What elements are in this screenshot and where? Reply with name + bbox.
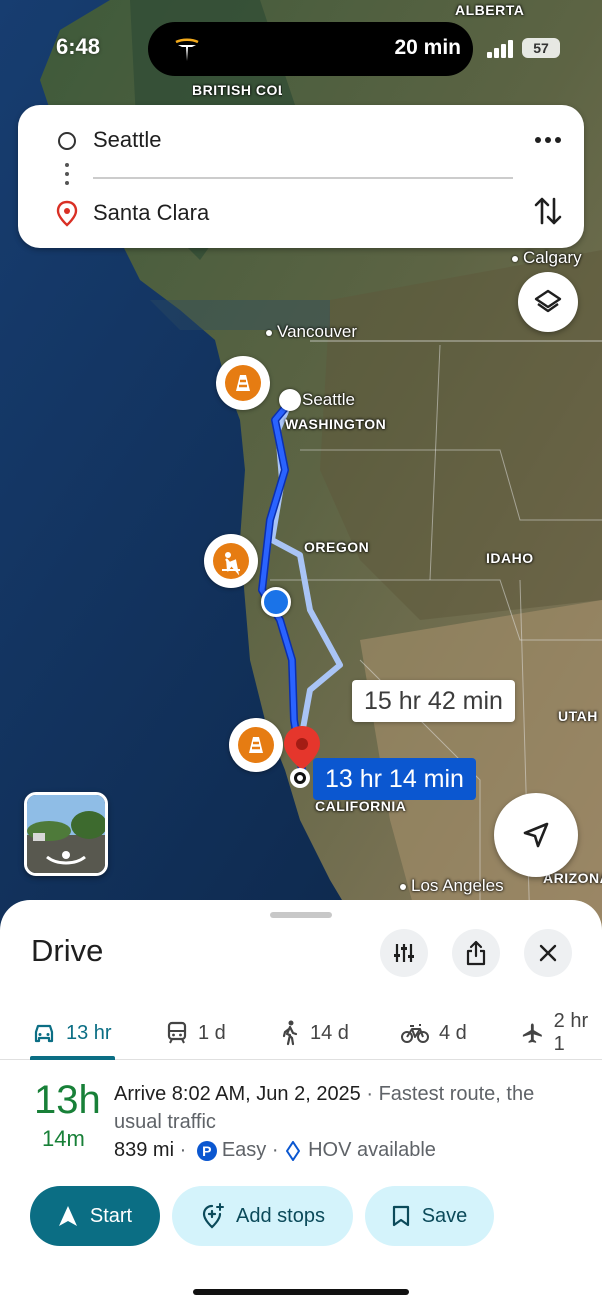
tab-flight[interactable]: 2 hr 1: [521, 1006, 602, 1060]
road-hazard-marker[interactable]: [229, 718, 283, 772]
label-alberta: ALBERTA: [455, 2, 525, 18]
dynamic-island[interactable]: 20 min: [148, 22, 473, 76]
origin-field[interactable]: Seattle: [93, 127, 162, 153]
label-oregon: OREGON: [304, 539, 370, 555]
label-vancouver: Vancouver: [266, 322, 357, 342]
save-label: Save: [421, 1204, 468, 1227]
arrival-info[interactable]: Arrive 8:02 AM, Jun 2, 2025 · Fastest ro…: [114, 1080, 574, 1136]
bike-icon: [401, 1024, 429, 1043]
route-search-card: Seattle Santa Clara: [18, 105, 584, 248]
add-location-icon: [202, 1203, 225, 1229]
label-calgary: Calgary: [512, 248, 582, 268]
distance: 839 mi: [114, 1139, 175, 1161]
hazard-icon-bg: [225, 365, 261, 401]
tab-flight-label: 2 hr 1: [553, 1010, 589, 1055]
home-indicator[interactable]: [193, 1289, 409, 1295]
layers-button[interactable]: [518, 272, 578, 332]
cellular-signal-icon: [487, 40, 513, 58]
tab-walk-label: 14 d: [310, 1021, 349, 1044]
status-time: 6:48: [56, 34, 101, 59]
share-icon: [466, 940, 486, 966]
tab-transit-label: 1 d: [198, 1021, 226, 1044]
car-icon: [34, 1024, 54, 1043]
more-options-icon[interactable]: [530, 127, 566, 153]
route-connector-dots: [65, 163, 69, 190]
separator: ·: [174, 1139, 192, 1161]
duration-hours: 13h: [34, 1078, 101, 1122]
divider: [93, 177, 513, 179]
alternate-route-time-chip[interactable]: 15 hr 42 min: [352, 680, 515, 722]
duration-minutes: 14m: [42, 1126, 85, 1151]
tesla-logo-icon: [175, 38, 199, 61]
save-button[interactable]: Save: [365, 1186, 494, 1246]
share-button[interactable]: [452, 929, 500, 977]
active-tab-indicator: [30, 1056, 115, 1060]
road-hazard-marker[interactable]: [216, 356, 270, 410]
route-meta: 839 mi · P Easy · HOV available: [114, 1139, 436, 1162]
walk-icon: [282, 1020, 298, 1046]
construction-marker[interactable]: [204, 534, 258, 588]
plane-icon: [522, 1023, 542, 1043]
battery-indicator: 57: [522, 38, 560, 58]
label-washington: WASHINGTON: [285, 416, 387, 432]
layers-icon: [534, 289, 562, 313]
route-options-button[interactable]: [380, 929, 428, 977]
hov-status: HOV available: [308, 1139, 436, 1161]
destination-field[interactable]: Santa Clara: [93, 200, 209, 226]
tab-walk[interactable]: 14 d: [280, 1006, 349, 1060]
hov-diamond-icon: [286, 1140, 301, 1161]
recenter-button[interactable]: [494, 793, 578, 877]
parking-icon: P: [196, 1140, 217, 1161]
separator: ·: [266, 1139, 285, 1161]
origin-circle-icon: [58, 132, 76, 150]
bookmark-icon: [392, 1205, 409, 1227]
city-dot: [400, 883, 406, 890]
current-location-dot: [261, 587, 291, 617]
label-british-columbia: BRITISH COLUMBIA: [192, 82, 282, 98]
street-view-thumbnail[interactable]: [24, 792, 108, 876]
tab-drive[interactable]: 13 hr: [32, 1006, 112, 1060]
road-closure-icon: [249, 737, 263, 753]
label-los-angeles: Los Angeles: [400, 876, 504, 896]
close-button[interactable]: [524, 929, 572, 977]
close-icon: [539, 944, 557, 962]
directions-sheet: Drive 13 hr 1 d 14 d 4 d 2 hr 1 13h 14m …: [0, 900, 602, 1308]
navigation-arrow-icon: [58, 1206, 77, 1226]
tab-drive-label: 13 hr: [66, 1021, 112, 1044]
tab-bike-label: 4 d: [439, 1021, 467, 1044]
start-button[interactable]: Start: [30, 1186, 160, 1246]
label-los-angeles-text: Los Angeles: [411, 876, 504, 895]
travel-mode-tabs: 13 hr 1 d 14 d 4 d 2 hr 1: [0, 1006, 602, 1060]
hazard-icon-bg: [213, 543, 249, 579]
train-icon: [167, 1021, 187, 1044]
label-calgary-text: Calgary: [523, 248, 582, 267]
label-utah: UTAH: [558, 708, 598, 724]
tab-transit[interactable]: 1 d: [166, 1006, 226, 1060]
road-closure-icon: [236, 375, 250, 391]
destination-pin-icon: [56, 200, 78, 227]
main-route-time-chip[interactable]: 13 hr 14 min: [313, 758, 476, 800]
city-dot: [512, 255, 518, 262]
add-stops-button[interactable]: Add stops: [172, 1186, 353, 1246]
sheet-title: Drive: [31, 933, 104, 968]
tune-icon: [394, 944, 414, 962]
navigation-arrow-icon: [523, 822, 549, 848]
arrival-time: Arrive 8:02 AM, Jun 2, 2025: [114, 1083, 361, 1105]
construction-icon: [222, 552, 240, 576]
street-view-image: [27, 795, 105, 873]
label-idaho: IDAHO: [486, 550, 534, 566]
label-seattle: Seattle: [302, 390, 355, 409]
parking-difficulty: Easy: [221, 1139, 267, 1161]
live-activity-eta: 20 min: [394, 36, 461, 59]
label-california: CALIFORNIA: [315, 798, 407, 814]
city-dot: [266, 329, 272, 336]
start-label: Start: [89, 1204, 133, 1227]
hazard-icon-bg: [238, 727, 274, 763]
label-vancouver-text: Vancouver: [277, 322, 358, 341]
sheet-drag-handle[interactable]: [270, 912, 332, 918]
tab-bike[interactable]: 4 d: [401, 1006, 467, 1060]
swap-directions-icon[interactable]: [532, 193, 564, 229]
add-stops-label: Add stops: [236, 1204, 325, 1227]
origin-marker[interactable]: [279, 389, 301, 411]
